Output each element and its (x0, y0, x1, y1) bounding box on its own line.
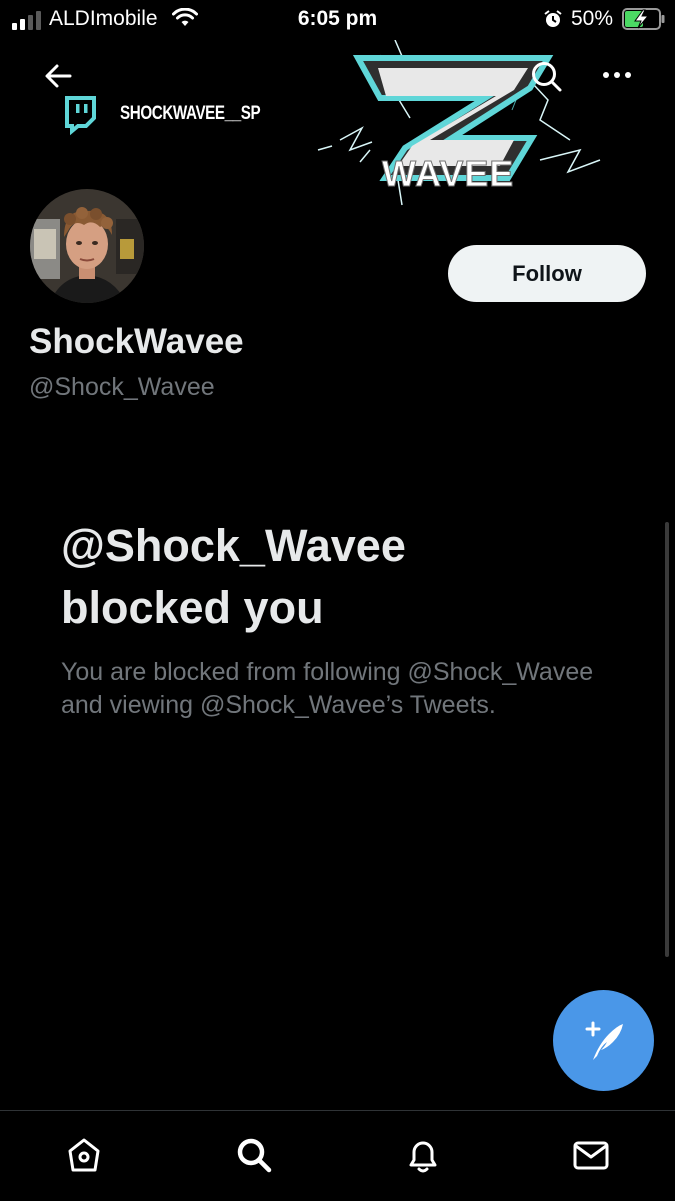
blocked-title-text: blocked you (61, 582, 324, 633)
avatar[interactable] (28, 187, 146, 305)
blocked-title: @Shock_Wavee blocked you (61, 515, 621, 639)
status-bar: ALDImobile 6:05 pm 50% (0, 0, 675, 40)
more-button[interactable] (600, 64, 634, 86)
tab-home[interactable] (54, 1127, 114, 1183)
search-icon (532, 62, 562, 92)
banner-artwork (65, 40, 601, 206)
back-button[interactable] (40, 60, 76, 92)
tab-messages[interactable] (561, 1127, 621, 1183)
scrollbar[interactable] (665, 522, 669, 957)
home-icon (68, 1138, 100, 1172)
twitch-handle: SHOCKWAVEE__SP (120, 103, 261, 124)
more-icon (603, 72, 631, 78)
blocked-message: You are blocked from following @Shock_Wa… (61, 658, 594, 719)
tab-search[interactable] (224, 1127, 284, 1183)
compose-tweet-button[interactable] (553, 990, 654, 1091)
arrow-left-icon (45, 64, 72, 88)
bottom-tab-bar (0, 1110, 675, 1201)
follow-button[interactable]: Follow (448, 245, 646, 302)
alarm-icon (543, 9, 563, 34)
banner-logo-text: WAVEE (381, 153, 515, 195)
avatar-photo (30, 189, 144, 303)
blocked-title-handle: @Shock_Wavee (61, 520, 406, 571)
notifications-icon (409, 1141, 437, 1173)
battery-percent: 50% (571, 7, 614, 30)
tab-notifications[interactable] (393, 1127, 453, 1183)
compose-tweet-icon (585, 1021, 623, 1060)
profile-handle: @Shock_Wavee (29, 373, 215, 401)
search-icon (237, 1138, 272, 1173)
battery-charging-icon (622, 8, 666, 35)
search-button[interactable] (528, 58, 564, 94)
messages-icon (573, 1141, 609, 1170)
display-name: ShockWavee (29, 322, 244, 361)
profile-banner: SHOCKWAVEE__SP WAVEE (0, 40, 675, 210)
